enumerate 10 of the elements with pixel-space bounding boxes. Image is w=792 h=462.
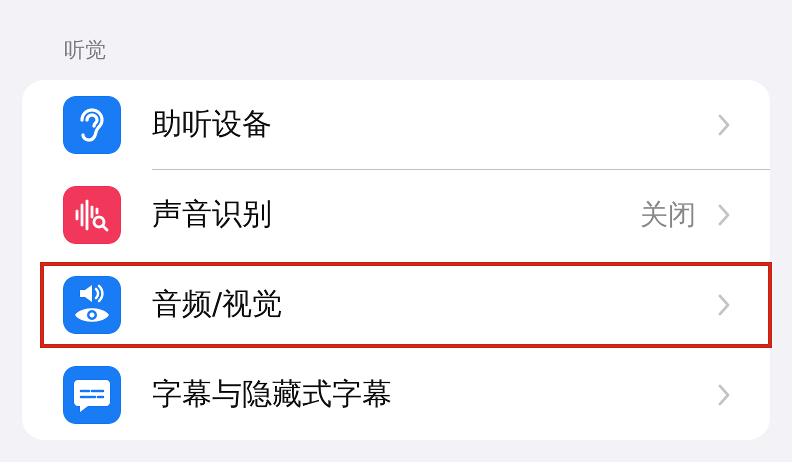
row-label[interactable]: 音频/视觉 [152, 284, 718, 325]
chevron-icon [718, 384, 730, 406]
chevron-icon [718, 204, 730, 226]
row-label[interactable]: 声音识别 [152, 194, 640, 235]
row-label[interactable]: 助听设备 [152, 104, 718, 145]
section-header: 听觉 [63, 37, 107, 64]
chevron-icon [718, 114, 730, 136]
chevron-icon [718, 294, 730, 316]
row-label[interactable]: 字幕与隐藏式字幕 [152, 374, 718, 415]
row-value: 关闭 [640, 196, 696, 232]
